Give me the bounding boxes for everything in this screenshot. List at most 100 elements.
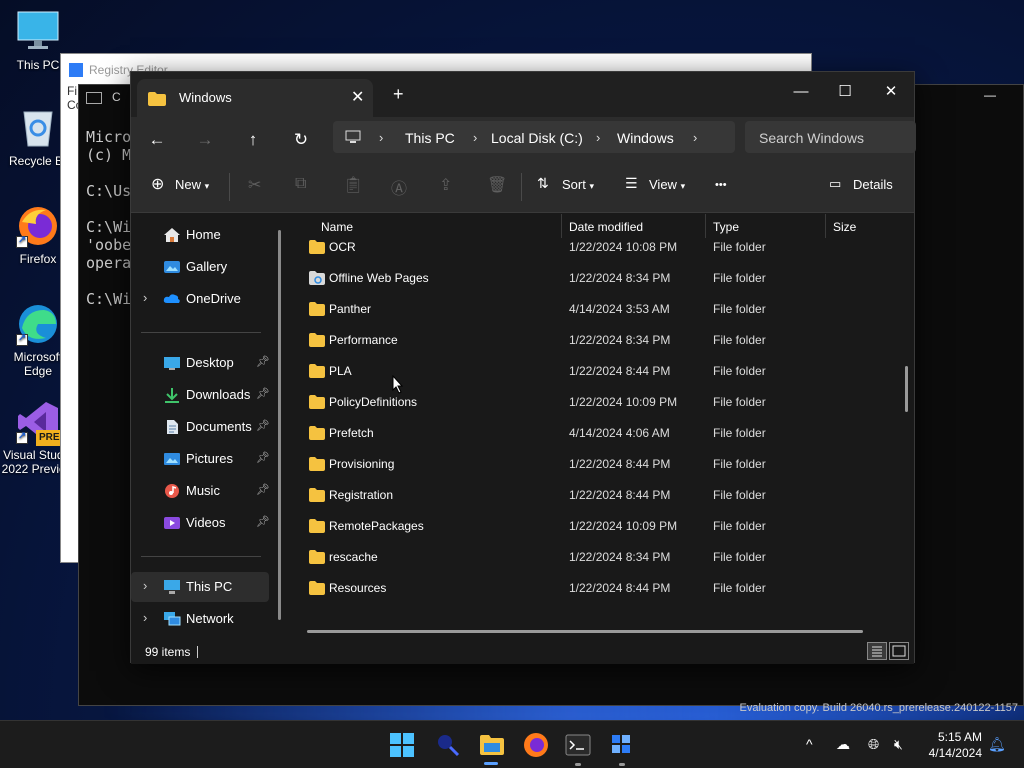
chevron-right-icon[interactable]: ›: [143, 290, 147, 305]
sort-icon[interactable]: ⇅: [537, 175, 549, 192]
sort-button[interactable]: Sort ▾: [562, 177, 594, 192]
pin-icon[interactable]: 📌︎: [256, 355, 270, 368]
new-tab-button[interactable]: +: [393, 84, 404, 105]
horizontal-scrollbar[interactable]: [307, 630, 863, 633]
table-row[interactable]: OCR 1/22/2024 10:08 PM File folder: [289, 231, 889, 262]
minimize-button[interactable]: —: [779, 78, 823, 106]
chevron-right-icon[interactable]: ›: [143, 610, 147, 625]
terminal-tab[interactable]: C: [86, 90, 136, 116]
nav-item-onedrive[interactable]: › OneDrive: [131, 284, 269, 314]
table-row[interactable]: Provisioning 1/22/2024 8:44 PM File folder: [289, 448, 889, 479]
table-row[interactable]: Resources 1/22/2024 8:44 PM File folder: [289, 572, 889, 603]
more-options-icon[interactable]: •••: [715, 179, 727, 191]
file-type: File folder: [713, 271, 766, 285]
maximize-button[interactable]: ☐: [823, 78, 867, 106]
breadcrumb-windows[interactable]: Windows: [617, 130, 674, 146]
terminal-minimize-button[interactable]: —: [984, 88, 998, 102]
table-row[interactable]: PLA 1/22/2024 8:44 PM File folder: [289, 355, 889, 386]
share-icon[interactable]: ⇪: [439, 175, 452, 195]
details-view-icon[interactable]: [867, 642, 887, 660]
refresh-icon[interactable]: ↻: [287, 126, 315, 154]
explorer-tab-bar: Windows ✕ + — ☐ ✕: [131, 72, 914, 117]
registry-editor-icon[interactable]: [608, 731, 636, 759]
pin-icon[interactable]: 📌︎: [256, 515, 270, 528]
nav-item-desktop[interactable]: Desktop 📌︎: [131, 348, 270, 378]
copy-icon[interactable]: ⧉: [295, 175, 306, 193]
new-plus-icon[interactable]: ⊕: [151, 174, 164, 194]
view-icon[interactable]: ☰: [625, 175, 638, 192]
shortcut-arrow-icon: [16, 234, 28, 248]
search-input[interactable]: Search Windows: [759, 130, 864, 146]
nav-item-documents[interactable]: Documents 📌︎: [131, 412, 270, 442]
close-button[interactable]: ✕: [869, 78, 913, 106]
nav-item-videos[interactable]: Videos 📌︎: [131, 508, 270, 538]
file-name: Provisioning: [329, 457, 395, 471]
pin-icon[interactable]: 📌︎: [256, 483, 270, 496]
breadcrumb-local-disk[interactable]: Local Disk (C:): [491, 130, 583, 146]
table-row[interactable]: Registration 1/22/2024 8:44 PM File folder: [289, 479, 889, 510]
notification-bell-icon[interactable]: 🔔︎: [988, 736, 1006, 753]
videos-icon: [164, 517, 180, 529]
table-row[interactable]: rescache 1/22/2024 8:34 PM File folder: [289, 541, 889, 572]
terminal-icon[interactable]: [564, 731, 592, 759]
breadcrumb-this-pc[interactable]: This PC: [405, 130, 455, 146]
table-row[interactable]: Offline Web Pages 1/22/2024 8:34 PM File f…: [289, 262, 889, 293]
file-type: File folder: [713, 364, 766, 378]
pin-icon[interactable]: 📌︎: [256, 451, 270, 464]
nav-item-this-pc[interactable]: › This PC: [131, 572, 269, 602]
nav-scrollbar[interactable]: [278, 230, 281, 620]
details-pane-icon[interactable]: ▭: [829, 176, 841, 192]
folder-icon: [309, 302, 325, 316]
nav-item-gallery[interactable]: Gallery: [131, 252, 269, 282]
file-type: File folder: [713, 457, 766, 471]
volume-muted-icon[interactable]: 🔇︎: [894, 736, 903, 753]
file-type: File folder: [713, 240, 766, 254]
nav-item-downloads[interactable]: Downloads 📌︎: [131, 380, 270, 410]
toolbar-divider: [521, 173, 522, 201]
table-row[interactable]: PolicyDefinitions 1/22/2024 10:09 PM File …: [289, 386, 889, 417]
details-button[interactable]: Details: [853, 177, 893, 192]
nav-item-pictures[interactable]: Pictures 📌︎: [131, 444, 270, 474]
desktop-folder-icon: [164, 357, 180, 370]
system-clock[interactable]: 5:15 AM 4/14/2024: [924, 729, 982, 761]
download-icon: [165, 388, 179, 403]
forward-arrow-icon[interactable]: →: [191, 126, 219, 154]
pin-icon[interactable]: 📌︎: [256, 419, 270, 432]
search-box[interactable]: Search Windows: [745, 121, 916, 153]
file-type: File folder: [713, 426, 766, 440]
close-tab-icon[interactable]: ✕: [351, 87, 364, 107]
pin-icon[interactable]: 📌︎: [256, 387, 270, 400]
view-button[interactable]: View ▾: [649, 177, 685, 192]
table-row[interactable]: Prefetch 4/14/2024 4:06 AM File folder: [289, 417, 889, 448]
new-button[interactable]: New ▾: [175, 177, 209, 192]
firefox-icon[interactable]: [522, 731, 550, 759]
nav-item-network[interactable]: › Network: [131, 604, 269, 634]
cut-icon[interactable]: ✂: [248, 175, 261, 195]
large-icons-view-icon[interactable]: [889, 642, 909, 660]
address-bar[interactable]: › This PC › Local Disk (C:) › Windows ›: [333, 121, 735, 153]
table-row[interactable]: RemotePackages 1/22/2024 10:09 PM File fol…: [289, 510, 889, 541]
onedrive-offline-icon[interactable]: ☁: [836, 736, 850, 753]
file-date: 1/22/2024 8:44 PM: [569, 364, 671, 378]
nav-item-home[interactable]: Home: [131, 220, 269, 250]
network-globe-icon[interactable]: 🌐︎: [868, 736, 879, 753]
table-row[interactable]: Performance 1/22/2024 8:34 PM File folder: [289, 324, 889, 355]
file-explorer-window[interactable]: Windows ✕ + — ☐ ✕ ← → ↑ ↻ › This PC › Lo…: [130, 71, 916, 664]
search-icon[interactable]: [434, 731, 462, 759]
start-windows-icon[interactable]: [388, 731, 416, 759]
table-row[interactable]: Panther 4/14/2024 3:53 AM File folder: [289, 293, 889, 324]
chevron-right-icon[interactable]: ›: [693, 130, 697, 145]
nav-item-music[interactable]: Music 📌︎: [131, 476, 270, 506]
back-arrow-icon[interactable]: ←: [143, 126, 171, 154]
vertical-scrollbar[interactable]: [905, 366, 908, 412]
show-hidden-icons-chevron[interactable]: ^: [806, 736, 813, 752]
file-type: File folder: [713, 581, 766, 595]
delete-icon[interactable]: 🗑︎: [487, 175, 507, 195]
rename-icon[interactable]: Ⓐ: [391, 175, 407, 199]
up-arrow-icon[interactable]: ↑: [239, 126, 267, 154]
chevron-right-icon[interactable]: ›: [143, 578, 147, 593]
explorer-tab-windows[interactable]: Windows ✕: [137, 79, 373, 117]
file-explorer-icon[interactable]: [478, 731, 506, 759]
cmd-icon: [86, 91, 102, 104]
paste-icon[interactable]: 📋︎: [343, 175, 363, 195]
